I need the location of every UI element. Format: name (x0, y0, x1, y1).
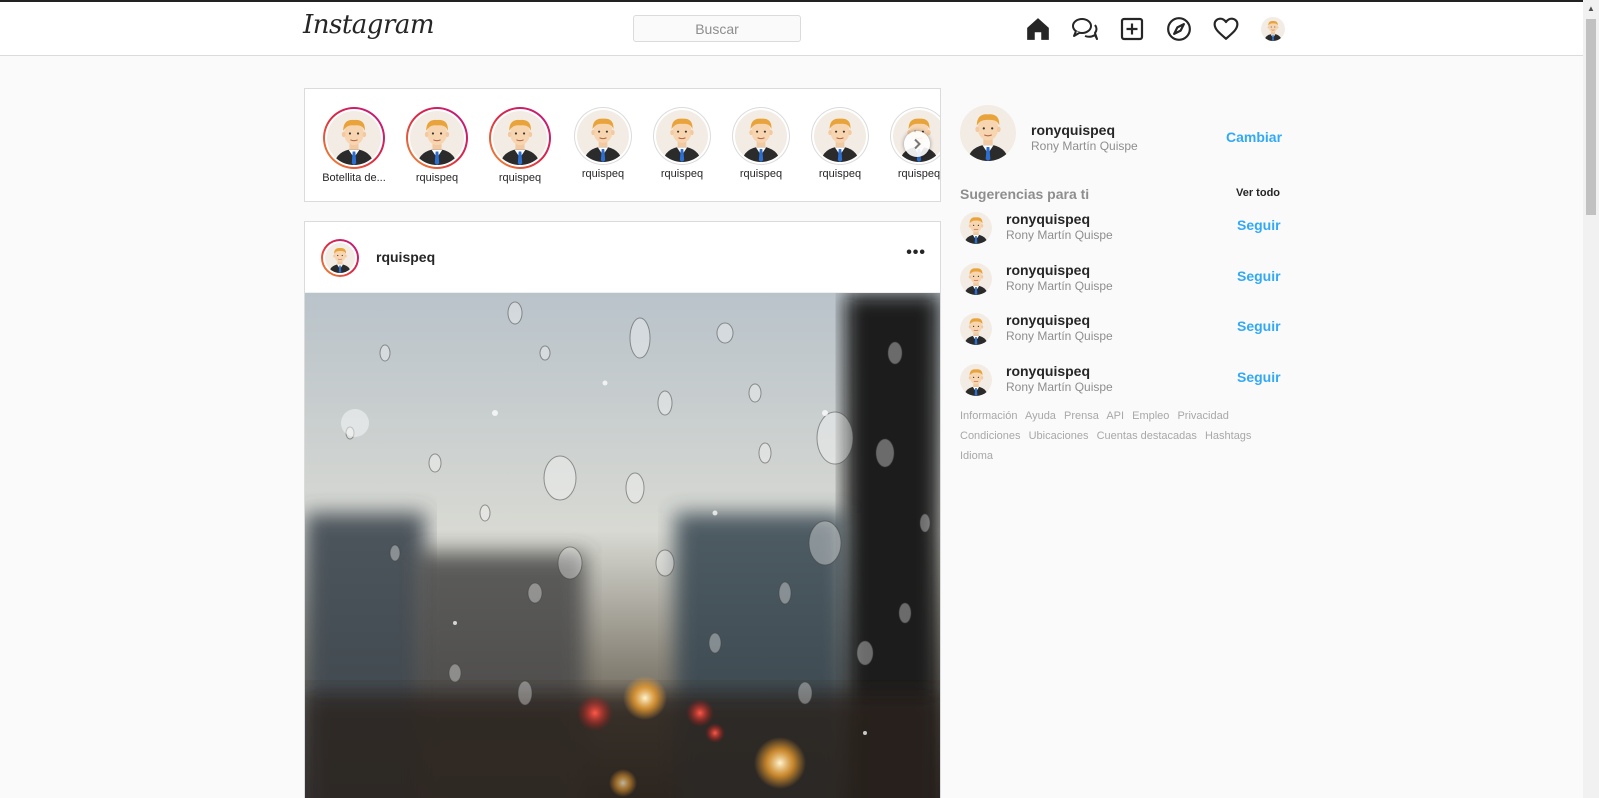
suggestion-username[interactable]: ronyquispeq (1006, 363, 1090, 379)
footer-link[interactable]: Privacidad (1177, 410, 1228, 422)
footer-links: Información Ayuda Prensa API Empleo Priv… (960, 406, 1260, 466)
avatar (493, 111, 547, 165)
story-label: rquispeq (818, 168, 862, 180)
story-label: Botellita de... (322, 172, 386, 184)
story-item[interactable]: rquispeq (485, 107, 555, 184)
story-ring (406, 107, 468, 169)
footer-link[interactable]: Información (960, 410, 1017, 422)
follow-button[interactable]: Seguir (1237, 318, 1281, 334)
post-header: rquispeq ••• (305, 222, 940, 293)
avatar (410, 111, 464, 165)
suggestion-username[interactable]: ronyquispeq (1006, 211, 1090, 227)
story-ring (489, 107, 551, 169)
story-ring (811, 107, 869, 165)
footer-link[interactable]: Cuentas destacadas (1097, 430, 1197, 442)
story-item[interactable]: rquispeq (402, 107, 472, 184)
more-options-icon[interactable]: ••• (906, 244, 926, 262)
footer-link[interactable]: Idioma (960, 450, 993, 462)
story-ring (323, 107, 385, 169)
explore-icon[interactable] (1165, 15, 1193, 43)
footer-link[interactable]: Empleo (1132, 410, 1169, 422)
suggestion-fullname: Rony Martín Quispe (1006, 279, 1113, 293)
chevron-right-icon (914, 138, 921, 150)
follow-button[interactable]: Seguir (1237, 369, 1281, 385)
story-item[interactable]: rquispeq (726, 107, 796, 180)
story-label: rquispeq (897, 168, 941, 180)
activity-heart-icon[interactable] (1212, 15, 1240, 43)
avatar (735, 110, 787, 162)
scroll-up-arrow-icon[interactable]: ▲ (1587, 4, 1595, 13)
footer-link[interactable]: API (1106, 410, 1124, 422)
profile-avatar[interactable] (1259, 15, 1287, 43)
story-item[interactable]: rquispeq (647, 107, 717, 180)
avatar (814, 110, 866, 162)
story-ring (574, 107, 632, 165)
story-item[interactable]: rquispeq (805, 107, 875, 180)
suggestion-username[interactable]: ronyquispeq (1006, 262, 1090, 278)
avatar (1261, 17, 1285, 41)
story-label: rquispeq (739, 168, 783, 180)
follow-button[interactable]: Seguir (1237, 217, 1281, 233)
suggestion-row: ronyquispeq Rony Martín Quispe Seguir (960, 309, 1281, 349)
suggestions-title: Sugerencias para ti (960, 186, 1090, 202)
suggestion-username[interactable]: ronyquispeq (1006, 312, 1090, 328)
avatar (577, 110, 629, 162)
suggestion-fullname: Rony Martín Quispe (1006, 228, 1113, 242)
feed-post: rquispeq ••• (304, 221, 941, 798)
switch-account-button[interactable]: Cambiar (1226, 129, 1282, 145)
see-all-link[interactable]: Ver todo (1236, 187, 1280, 199)
avatar (327, 111, 381, 165)
current-user-fullname: Rony Martín Quispe (1031, 139, 1138, 153)
stories-next-button[interactable] (904, 131, 930, 157)
suggestion-row: ronyquispeq Rony Martín Quispe Seguir (960, 259, 1281, 299)
story-label: rquispeq (498, 172, 542, 184)
story-label: rquispeq (415, 172, 459, 184)
suggestion-row: ronyquispeq Rony Martín Quispe Seguir (960, 360, 1281, 400)
post-image[interactable] (305, 293, 940, 798)
current-username[interactable]: ronyquispeq (1031, 122, 1115, 138)
follow-button[interactable]: Seguir (1237, 268, 1281, 284)
instagram-logo[interactable]: Instagram (303, 10, 435, 40)
story-label: rquispeq (581, 168, 625, 180)
story-ring (653, 107, 711, 165)
stories-tray: Botellita de... rquispeq rquispeq rquisp… (304, 88, 941, 202)
avatar (656, 110, 708, 162)
story-label: rquispeq (660, 168, 704, 180)
suggestion-fullname: Rony Martín Quispe (1006, 329, 1113, 343)
search-input[interactable] (633, 15, 801, 42)
suggestion-row: ronyquispeq Rony Martín Quispe Seguir (960, 208, 1281, 248)
scrollbar-thumb[interactable] (1586, 19, 1596, 215)
footer-link[interactable]: Condiciones (960, 430, 1021, 442)
story-item[interactable]: Botellita de... (319, 107, 389, 184)
direct-messages-icon[interactable] (1071, 15, 1099, 43)
home-icon[interactable] (1024, 15, 1052, 43)
new-post-icon[interactable] (1118, 15, 1146, 43)
footer-link[interactable]: Prensa (1064, 410, 1099, 422)
story-ring (732, 107, 790, 165)
suggestion-fullname: Rony Martín Quispe (1006, 380, 1113, 394)
suggestion-avatar[interactable] (960, 313, 992, 345)
avatar (325, 243, 355, 273)
post-author-avatar[interactable] (321, 239, 359, 277)
suggestion-avatar[interactable] (960, 263, 992, 295)
top-navbar: Instagram (0, 2, 1583, 56)
footer-link[interactable]: Ayuda (1025, 410, 1056, 422)
current-user-avatar[interactable] (960, 105, 1016, 161)
suggestion-avatar[interactable] (960, 212, 992, 244)
suggestion-avatar[interactable] (960, 364, 992, 396)
rain-window-photo (305, 293, 940, 798)
footer-link[interactable]: Ubicaciones (1029, 430, 1089, 442)
footer-link[interactable]: Hashtags (1205, 430, 1251, 442)
nav-icons (1024, 15, 1306, 43)
post-username[interactable]: rquispeq (376, 249, 435, 265)
story-item[interactable]: rquispeq (568, 107, 638, 180)
